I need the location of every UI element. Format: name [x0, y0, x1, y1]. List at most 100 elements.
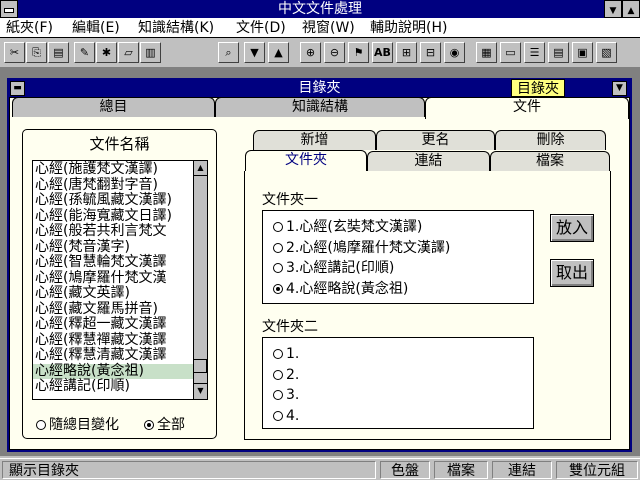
doc-list-item[interactable]: 心經(施護梵文漢譯) — [33, 161, 193, 178]
cut-button[interactable]: ✂ — [4, 42, 25, 63]
minimize-button[interactable]: ▼ — [604, 0, 622, 18]
tab-add[interactable]: 新增 — [253, 130, 376, 150]
folder1-list[interactable]: 1.心經(玄奘梵文漢譯) 2.心經(鳩摩羅什梵文漢譯) 3.心經講記(印順) 4.心經… — [262, 210, 534, 304]
open-book-button[interactable]: ▥ — [140, 42, 161, 63]
maximize-icon: ▲ — [627, 6, 635, 16]
folder-window-tag: 目錄夾 — [511, 79, 565, 97]
tab-link[interactable]: 連結 — [367, 151, 490, 171]
doc-list-item[interactable]: 心經(梵音漢字) — [33, 239, 193, 256]
folder-icon: ▭ — [505, 46, 516, 59]
folder-entry[interactable]: 2.心經(鳩摩羅什梵文漢譯) — [273, 238, 450, 259]
menu-window[interactable]: 視窗(W) — [302, 19, 355, 37]
toolbar: ✂ ⎘ ▤ ✎ ✱ ▱ ▥ ⌕ ▼ ▲ ⊕ ⊖ ⚑ AB ⊞ ⊟ ◉ ▦ ▭ ☰… — [0, 39, 640, 68]
menu-edit[interactable]: 編輯(E) — [72, 19, 120, 37]
tab-overview[interactable]: 總目 — [12, 97, 215, 117]
brush-button[interactable]: ✎ — [74, 42, 95, 63]
doc1-button[interactable]: ▦ — [476, 42, 497, 63]
tree-button[interactable]: ⊞ — [396, 42, 417, 63]
folder-entry[interactable]: 1. — [273, 344, 299, 365]
folder-entry-radio[interactable] — [273, 369, 283, 380]
take-out-button[interactable]: 取出 — [550, 259, 594, 287]
folder-entry-label: 2. — [286, 366, 300, 383]
folder-entry[interactable]: 3.心經講記(印順) — [273, 258, 450, 279]
folder-entry[interactable]: 1.心經(玄奘梵文漢譯) — [273, 217, 450, 238]
tab-document[interactable]: 文件 — [425, 97, 629, 119]
maximize-button[interactable]: ▲ — [622, 0, 640, 18]
doc2-button[interactable]: ☰ — [524, 42, 545, 63]
find-button[interactable]: ⌕ — [218, 42, 239, 63]
doc-list-item[interactable]: 心經(鳩摩羅什梵文漢 — [33, 270, 193, 287]
doc-list-item[interactable]: 心經(孫毓風藏文漢譯) — [33, 192, 193, 209]
folder-entry-radio[interactable] — [273, 390, 283, 400]
radio-follow-toc[interactable]: 隨總目變化 — [36, 414, 119, 434]
folder-entry[interactable]: 4. — [273, 406, 299, 427]
doc5-button[interactable]: ▧ — [596, 42, 617, 63]
scroll-thumb[interactable] — [194, 359, 207, 373]
next-button[interactable]: ▼ — [244, 42, 265, 63]
doc-list-item[interactable]: 心經(藏文羅馬拼音) — [33, 301, 193, 318]
doc-list-scrollbar[interactable]: ▲ ▼ — [193, 161, 207, 399]
menu-document[interactable]: 文件(D) — [236, 19, 286, 37]
scroll-down-button[interactable]: ▼ — [194, 383, 207, 398]
child-minimize-button[interactable]: ▼ — [612, 81, 627, 96]
tab-rename[interactable]: 更名 — [376, 130, 495, 150]
paste-icon: ▤ — [53, 46, 64, 59]
folder-entry-radio[interactable] — [273, 349, 283, 359]
app-title-bar: 中文文件處理 ▼ ▲ — [0, 0, 640, 18]
palette-button[interactable]: ◉ — [444, 42, 465, 63]
tab-delete[interactable]: 刪除 — [495, 130, 606, 150]
doc-list-item[interactable]: 心經(唐梵翻對字音) — [33, 177, 193, 194]
doc-list-item[interactable]: 心經(釋超一藏文漢譯 — [33, 316, 193, 333]
doc4-button[interactable]: ▣ — [572, 42, 593, 63]
doc-list-item[interactable]: 心經(能海寬藏文日譯) — [33, 208, 193, 225]
doc-list-item[interactable]: 心經講記(印順) — [33, 378, 193, 395]
folder-entry[interactable]: 3. — [273, 385, 299, 406]
tab-file[interactable]: 檔案 — [490, 151, 610, 171]
folder-entry-label: 1. — [286, 346, 300, 362]
status-palette: 色盤 — [380, 461, 430, 479]
status-link: 連結 — [492, 461, 552, 479]
folder-entry-radio[interactable] — [273, 283, 283, 294]
folder-entry[interactable]: 2. — [273, 365, 299, 386]
radio-all[interactable]: 全部 — [144, 414, 185, 434]
open-book-icon: ▥ — [145, 46, 156, 59]
down-arrow-icon: ▼ — [250, 46, 259, 59]
folder2-list[interactable]: 1. 2. 3. 4. — [262, 337, 534, 429]
tag-button[interactable]: ⚑ — [348, 42, 369, 63]
menu-help[interactable]: 輔助說明(H) — [370, 19, 447, 37]
zoom-out-button[interactable]: ⊖ — [324, 42, 345, 63]
tab-folder[interactable]: 文件夾 — [245, 150, 367, 172]
copy-button[interactable]: ⎘ — [26, 42, 47, 63]
folder-button[interactable]: ▭ — [500, 42, 521, 63]
put-in-button[interactable]: 放入 — [550, 214, 594, 242]
folder1-items: 1.心經(玄奘梵文漢譯) 2.心經(鳩摩羅什梵文漢譯) 3.心經講記(印順) 4.心經… — [273, 217, 450, 299]
radio-all-label: 全部 — [157, 417, 185, 433]
doc3-button[interactable]: ▤ — [548, 42, 569, 63]
ab-button[interactable]: AB — [372, 42, 393, 63]
menu-file[interactable]: 紙夾(F) — [6, 19, 53, 37]
menu-knowledge[interactable]: 知識結構(K) — [138, 19, 214, 37]
status-file: 檔案 — [434, 461, 488, 479]
prev-button[interactable]: ▲ — [268, 42, 289, 63]
doc-list-item[interactable]: 心經(般若共利言梵文 — [33, 223, 193, 240]
doc-list-item[interactable]: 心經(智慧輪梵文漢譯 — [33, 254, 193, 271]
doc-name-list[interactable]: 心經(施護梵文漢譯) 心經(唐梵翻對字音) 心經(孫毓風藏文漢譯) 心經(能海寬藏文日… — [32, 160, 208, 400]
tag-icon: ⚑ — [353, 46, 364, 59]
doc-list-item[interactable]: 心經(藏文英譯) — [33, 285, 193, 302]
folder-entry-radio[interactable] — [273, 242, 283, 253]
app-title: 中文文件處理 — [278, 1, 362, 17]
tree2-button[interactable]: ⊟ — [420, 42, 441, 63]
zoom-in-button[interactable]: ⊕ — [300, 42, 321, 63]
scissor-button[interactable]: ✱ — [96, 42, 117, 63]
tab-knowledge[interactable]: 知識結構 — [215, 97, 425, 117]
doc-list-item[interactable]: 心經(釋慧禪藏文漢譯 — [33, 332, 193, 349]
box-button[interactable]: ▱ — [118, 42, 139, 63]
doc-list-item[interactable]: 心經略說(黃念祖) — [33, 363, 193, 379]
scroll-up-button[interactable]: ▲ — [194, 161, 207, 176]
doc-list-item[interactable]: 心經(釋慧清藏文漢譯 — [33, 347, 193, 364]
folder-entry-radio[interactable] — [273, 263, 283, 273]
paste-button[interactable]: ▤ — [48, 42, 69, 63]
folder-entry[interactable]: 4.心經略說(黃念祖) — [273, 279, 450, 300]
folder-entry-radio[interactable] — [273, 410, 283, 421]
folder-entry-radio[interactable] — [273, 222, 283, 232]
